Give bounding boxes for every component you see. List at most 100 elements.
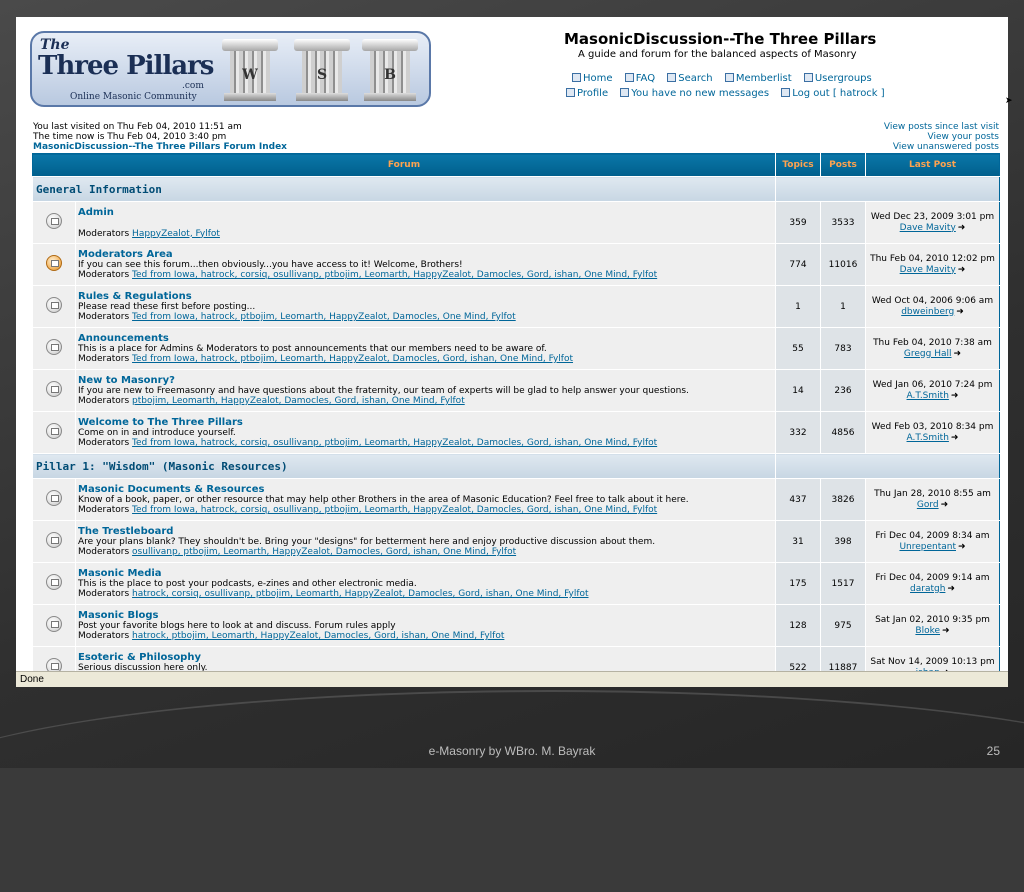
moderator-links[interactable]: ptbojim, Leomarth, HappyZealot, Damocles…	[132, 396, 465, 406]
nav-label: Log out [ hatrock ]	[792, 88, 885, 99]
forum-name-link[interactable]: Moderators Area	[78, 249, 774, 260]
site-logo[interactable]: The Three Pillars .com Online Masonic Co…	[30, 31, 431, 107]
forum-status-cell	[32, 201, 76, 244]
last-post-author-link[interactable]: A.T.Smith	[907, 433, 949, 443]
forum-topics-count: 55	[775, 327, 821, 370]
last-post-date: Sat Jan 02, 2010 9:35 pm	[875, 614, 990, 625]
moderators-label: Moderators	[78, 589, 130, 599]
forum-info-cell: Welcome to The Three Pillars Come on in a…	[75, 411, 776, 454]
last-post-author-link[interactable]: Dave Mavity	[900, 265, 956, 275]
last-post-author-link[interactable]: Bloke	[915, 626, 940, 636]
forum-name-link[interactable]: The Trestleboard	[78, 526, 774, 537]
forum-posts-count: 783	[820, 327, 866, 370]
forum-moderators: Moderators hatrock, ptbojim, Leomarth, H…	[78, 631, 774, 641]
table-row: Esoteric & Philosophy Serious discussion …	[32, 646, 1000, 671]
moderator-links[interactable]: Ted from Iowa, hatrock, ptbojim, Leomart…	[132, 312, 516, 322]
moderator-links[interactable]: Ted from Iowa, hatrock, corsiq, osulliva…	[132, 270, 657, 280]
view-your-posts-link[interactable]: View your posts	[884, 132, 999, 142]
view-posts-since-last-visit-link[interactable]: View posts since last visit	[884, 122, 999, 132]
view-latest-post-icon[interactable]: ➜	[942, 626, 950, 637]
nav-faq[interactable]: FAQ	[624, 73, 656, 84]
nav-messages[interactable]: You have no new messages	[620, 88, 769, 99]
table-row: Admin Moderators HappyZealot, Fylfot 359 35…	[32, 201, 1000, 244]
forum-description: Post your favorite blogs here to look at…	[78, 621, 396, 631]
nav-label: Search	[678, 73, 713, 84]
nav-search[interactable]: Search	[667, 73, 713, 84]
pillar-letter: B	[384, 67, 396, 83]
forum-posts-count: 236	[820, 369, 866, 412]
view-latest-post-icon[interactable]: ➜	[958, 542, 966, 553]
forum-description: Are your plans blank? They shouldn't be.…	[78, 537, 656, 547]
moderator-links[interactable]: hatrock, ptbojim, Leomarth, HappyZealot,…	[132, 631, 504, 641]
table-row: Welcome to The Three Pillars Come on in a…	[32, 411, 1000, 454]
header-last-post: Last Post	[865, 153, 1000, 177]
forum-name-link[interactable]: Masonic Media	[78, 568, 774, 579]
table-row: The Trestleboard Are your plans blank? Th…	[32, 520, 1000, 563]
last-post-author-link[interactable]: A.T.Smith	[907, 391, 949, 401]
view-latest-post-icon[interactable]: ➜	[951, 433, 959, 444]
last-post-author-row: A.T.Smith ➜	[867, 433, 998, 444]
last-post-date: Thu Feb 04, 2010 12:02 pm	[870, 253, 995, 264]
last-post-author-link[interactable]: dbweinberg	[901, 307, 954, 317]
forum-status-cell	[32, 411, 76, 454]
moderator-links[interactable]: hatrock, corsiq, osullivanp, ptbojim, Le…	[132, 589, 588, 599]
forum-name-link[interactable]: Announcements	[78, 333, 774, 344]
forum-description: Serious discussion here only.	[78, 663, 208, 671]
forum-name-link[interactable]: Welcome to The Three Pillars	[78, 417, 774, 428]
forum-name-link[interactable]: Esoteric & Philosophy	[78, 652, 774, 663]
last-post-author-link[interactable]: Gregg Hall	[904, 349, 952, 359]
forum-index-link[interactable]: MasonicDiscussion--The Three Pillars For…	[33, 142, 287, 152]
nav-profile[interactable]: Profile	[566, 88, 608, 99]
forum-name-link[interactable]: Admin	[78, 207, 774, 218]
forum-status-icon	[46, 297, 62, 313]
browser-status-bar: Done	[16, 671, 1008, 687]
moderator-links[interactable]: Ted from Iowa, hatrock, corsiq, osulliva…	[132, 505, 657, 515]
pillar-beauty-icon: B	[362, 39, 418, 101]
forum-name-link[interactable]: Masonic Documents & Resources	[78, 484, 774, 495]
category-title[interactable]: General Information	[32, 176, 776, 202]
nav-label: Usergroups	[814, 73, 872, 84]
logo-name: Three Pillars	[38, 51, 214, 81]
category-filler	[775, 176, 1000, 202]
moderators-label: Moderators	[78, 270, 130, 280]
view-latest-post-icon[interactable]: ➜	[956, 307, 964, 318]
mouse-cursor-icon: ➤	[1005, 96, 1013, 106]
table-row: Announcements This is a place for Admins …	[32, 327, 1000, 370]
site-subtitle: A guide and forum for the balanced aspec…	[578, 49, 857, 60]
moderator-links[interactable]: osullivanp, ptbojim, Leomarth, HappyZeal…	[132, 547, 516, 557]
forum-topics-count: 437	[775, 478, 821, 521]
nav-memberlist[interactable]: Memberlist	[724, 73, 792, 84]
nav-label: Profile	[577, 88, 609, 99]
moderator-links[interactable]: HappyZealot, Fylfot	[132, 229, 220, 239]
table-row: Masonic Blogs Post your favorite blogs he…	[32, 604, 1000, 647]
view-latest-post-icon[interactable]: ➜	[954, 349, 962, 360]
view-latest-post-icon[interactable]: ➜	[951, 391, 959, 402]
forum-last-post: Fri Dec 04, 2009 9:14 am daratgh ➜	[865, 562, 1000, 605]
nav-label: FAQ	[635, 73, 656, 84]
last-post-date: Sat Nov 14, 2009 10:13 pm	[870, 656, 995, 667]
nav-usergroups[interactable]: Usergroups	[803, 73, 872, 84]
forum-status-icon	[46, 616, 62, 632]
view-unanswered-posts-link[interactable]: View unanswered posts	[884, 142, 999, 152]
header-forum: Forum	[32, 153, 776, 177]
forum-status-cell	[32, 478, 76, 521]
forum-name-link[interactable]: Rules & Regulations	[78, 291, 774, 302]
view-latest-post-icon[interactable]: ➜	[947, 584, 955, 595]
view-latest-post-icon[interactable]: ➜	[941, 500, 949, 511]
last-post-author-link[interactable]: Gord	[917, 500, 939, 510]
moderator-links[interactable]: Ted from Iowa, hatrock, ptbojim, Leomart…	[132, 354, 573, 364]
last-post-author-link[interactable]: Unrepentant	[899, 542, 956, 552]
last-post-author-link[interactable]: daratgh	[910, 584, 945, 594]
forum-name-link[interactable]: Masonic Blogs	[78, 610, 774, 621]
moderators-label: Moderators	[78, 228, 130, 239]
moderator-links[interactable]: Ted from Iowa, hatrock, corsiq, osulliva…	[132, 438, 657, 448]
nav-home[interactable]: Home	[572, 73, 613, 84]
last-post-author-link[interactable]: Dave Mavity	[900, 223, 956, 233]
view-latest-post-icon[interactable]: ➜	[958, 223, 966, 234]
nav-logout[interactable]: Log out [ hatrock ]	[781, 88, 885, 99]
forum-name-link[interactable]: New to Masonry?	[78, 375, 774, 386]
category-title[interactable]: Pillar 1: "Wisdom" (Masonic Resources)	[32, 453, 776, 479]
table-row: Masonic Documents & Resources Know of a b…	[32, 478, 1000, 521]
forum-moderators: Moderators Ted from Iowa, hatrock, corsi…	[78, 505, 774, 515]
view-latest-post-icon[interactable]: ➜	[958, 265, 966, 276]
